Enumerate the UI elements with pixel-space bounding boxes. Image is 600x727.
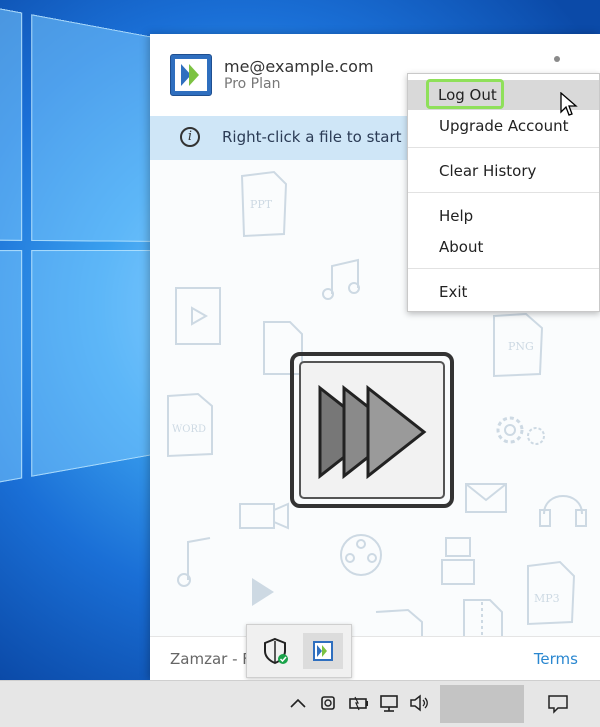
- info-icon: i: [180, 127, 200, 147]
- png-file-doodle-icon: PNG: [493, 312, 544, 378]
- menu-item-about[interactable]: About: [408, 232, 599, 262]
- headphones-doodle-icon: [539, 495, 587, 527]
- zamzar-tray-icon: [313, 641, 333, 661]
- mouse-cursor-icon: [560, 92, 578, 116]
- app-footer: Zamzar - F Terms: [150, 636, 600, 680]
- robot-doodle-icon: [441, 537, 475, 585]
- windows-logo-wallpaper: [0, 0, 172, 522]
- gear-doodle-icon: [496, 416, 545, 445]
- music-doodle-icon: [177, 537, 211, 587]
- play-doodle-icon: [252, 578, 274, 606]
- action-center-icon[interactable]: [546, 692, 570, 716]
- webcam-icon[interactable]: [318, 691, 340, 715]
- document-doodle-icon: PPT: [240, 170, 288, 238]
- menu-separator: [408, 147, 599, 148]
- zip-file-doodle-icon: [463, 599, 503, 636]
- envelope-doodle-icon: [465, 483, 507, 513]
- menu-item-exit[interactable]: Exit: [408, 277, 599, 307]
- menu-item-clear-history[interactable]: Clear History: [408, 156, 599, 186]
- volume-icon[interactable]: [408, 691, 432, 715]
- log-out-highlight-label: Log Out: [438, 86, 497, 104]
- menu-separator: [408, 192, 599, 193]
- ppt-file-doodle-icon: [375, 608, 423, 636]
- menu-item-label: Help: [439, 207, 474, 225]
- battery-icon[interactable]: [348, 691, 370, 715]
- network-icon[interactable]: [378, 691, 402, 715]
- video-file-doodle-icon: [175, 287, 221, 345]
- clock-area[interactable]: [440, 685, 524, 723]
- film-reel-doodle-icon: [340, 534, 382, 576]
- center-fast-forward-logo-icon: [290, 352, 454, 508]
- chevron-up-icon[interactable]: [288, 691, 308, 715]
- menu-separator: [408, 268, 599, 269]
- word-doodle-label: WORD: [172, 424, 206, 435]
- png-doodle-label: PNG: [508, 340, 534, 353]
- user-plan: Pro Plan: [224, 76, 281, 92]
- footer-text: Zamzar - F: [170, 650, 251, 668]
- info-banner-text: Right-click a file to start cor: [222, 128, 430, 146]
- word-doc-doodle-icon: WORD: [167, 392, 213, 458]
- tray-overflow-popup: [246, 624, 352, 678]
- user-email: me@example.com: [224, 57, 374, 76]
- menu-item-label: Upgrade Account: [439, 117, 569, 135]
- camera-doodle-icon: [239, 502, 289, 530]
- menu-item-help[interactable]: Help: [408, 201, 599, 231]
- taskbar: [0, 680, 600, 727]
- terms-link[interactable]: Terms: [534, 650, 578, 668]
- log-out-highlight[interactable]: Log Out: [426, 79, 504, 109]
- security-shield-icon: [264, 637, 288, 665]
- music-note-doodle-icon: [322, 258, 360, 300]
- menu-item-label: Exit: [439, 283, 468, 301]
- menu-item-label: Clear History: [439, 162, 537, 180]
- ppt-doodle-label: PPT: [250, 198, 273, 211]
- menu-item-label: About: [439, 238, 484, 256]
- mp3-file-doodle-icon: MP3: [527, 560, 576, 626]
- tray-item-zamzar[interactable]: [303, 633, 343, 669]
- mp3-doodle-label: MP3: [534, 592, 560, 605]
- zamzar-logo-icon: [170, 54, 212, 96]
- tray-item-security[interactable]: [255, 633, 295, 669]
